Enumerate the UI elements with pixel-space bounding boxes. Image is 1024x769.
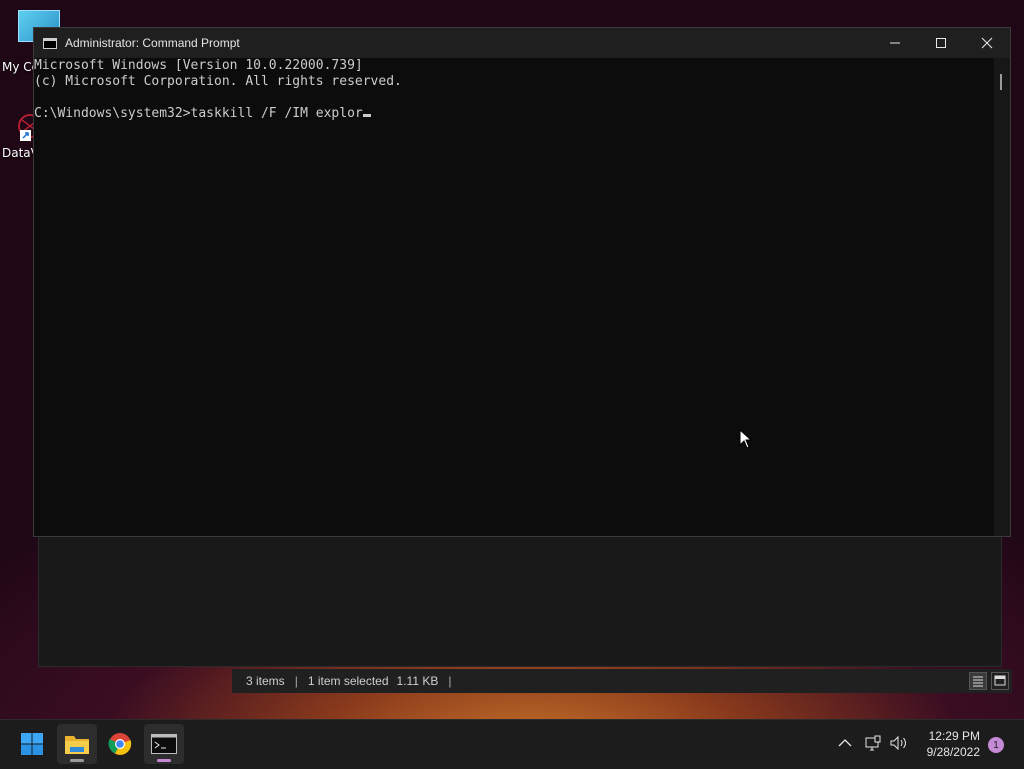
running-indicator [70, 759, 84, 762]
network-icon [865, 735, 881, 751]
taskbar-command-prompt[interactable] [144, 724, 184, 764]
taskbar-clock[interactable]: 12:29 PM 9/28/2022 [927, 728, 980, 760]
text-cursor [362, 114, 371, 117]
console-line: Microsoft Windows [Version 10.0.22000.73… [34, 58, 363, 73]
start-button[interactable] [12, 724, 52, 764]
window-title: Administrator: Command Prompt [65, 36, 240, 50]
title-bar[interactable]: Administrator: Command Prompt [34, 28, 1010, 58]
chrome-icon [108, 733, 132, 755]
clock-date: 9/28/2022 [926, 745, 980, 759]
maximize-button[interactable] [918, 28, 964, 58]
running-indicator [157, 759, 171, 762]
volume-button[interactable] [889, 734, 909, 757]
console-line: (c) Microsoft Corporation. All rights re… [34, 74, 402, 89]
minimize-button[interactable] [872, 28, 918, 58]
volume-icon [890, 735, 906, 751]
tray-overflow-button[interactable] [836, 734, 854, 757]
terminal-icon [151, 734, 177, 754]
taskbar-file-explorer[interactable] [57, 724, 97, 764]
clock-time: 12:29 PM [928, 729, 980, 743]
status-separator: | [294, 674, 298, 688]
file-explorer-window [38, 536, 1002, 667]
status-size: 1.11 KB [396, 674, 439, 688]
network-button[interactable] [864, 734, 882, 757]
command-prompt-window[interactable]: Administrator: Command Prompt Microsoft … [33, 27, 1011, 537]
minimize-icon [890, 42, 900, 44]
maximize-icon [936, 38, 946, 48]
status-item-count: 3 items [246, 674, 285, 688]
status-separator: | [448, 674, 452, 688]
notification-badge[interactable]: 1 [988, 737, 1004, 753]
console-output[interactable]: Microsoft Windows [Version 10.0.22000.73… [34, 58, 994, 536]
taskbar-chrome[interactable] [100, 724, 140, 764]
folder-icon [65, 736, 89, 754]
scrollbar-thumb[interactable] [1000, 74, 1002, 90]
details-view-button[interactable] [969, 672, 987, 690]
vertical-scrollbar[interactable] [994, 58, 1010, 536]
status-selected: 1 item selected [307, 674, 389, 688]
console-prompt-line[interactable]: C:\Windows\system32>taskkill /F /IM expl… [34, 106, 994, 122]
explorer-status-bar: 3 items | 1 item selected 1.11 KB | [232, 669, 1012, 693]
taskbar: 12:29 PM 9/28/2022 1 [0, 719, 1024, 769]
console-input[interactable]: C:\Windows\system32>taskkill /F /IM expl… [34, 106, 363, 121]
tiles-view-button[interactable] [991, 672, 1009, 690]
close-button[interactable] [964, 28, 1010, 58]
terminal-icon [43, 37, 57, 49]
close-icon [981, 37, 993, 49]
mouse-pointer-icon [739, 429, 753, 449]
windows-start-icon [21, 733, 43, 755]
chevron-up-icon [838, 739, 852, 747]
